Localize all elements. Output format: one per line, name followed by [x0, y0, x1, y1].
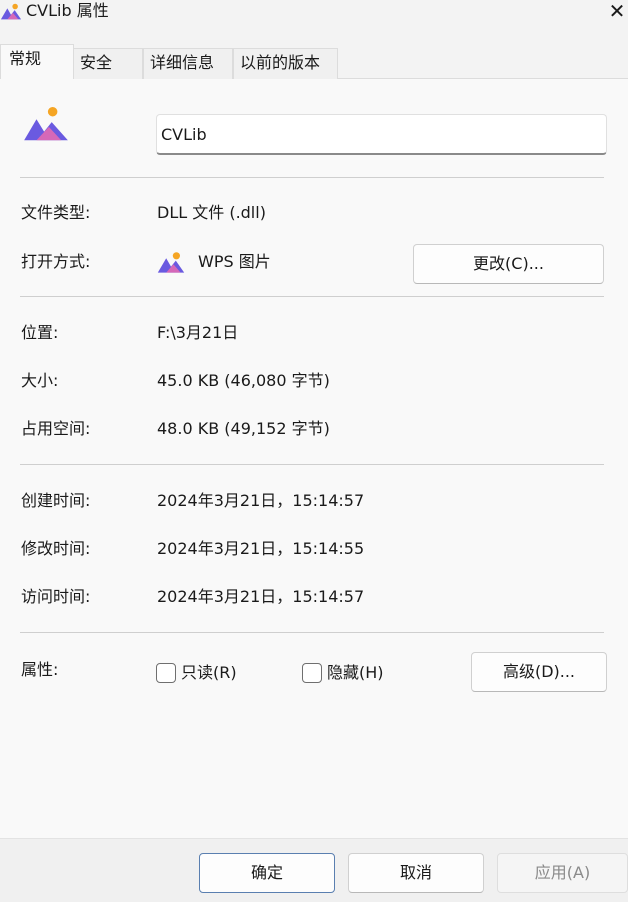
tab-details[interactable]: 详细信息 [143, 48, 233, 79]
change-button[interactable]: 更改(C)... [413, 244, 604, 284]
hidden-label[interactable]: 隐藏(H) [327, 661, 384, 685]
attributes-label: 属性: [21, 660, 59, 679]
close-button[interactable]: ✕ [606, 0, 628, 24]
modified-label: 修改时间: [21, 539, 91, 558]
cancel-button[interactable]: 取消 [348, 853, 484, 893]
file-type-label: 文件类型: [21, 203, 91, 222]
size-on-disk-value: 48.0 KB (49,152 字节) [157, 419, 330, 438]
created-label: 创建时间: [21, 491, 91, 510]
readonly-label[interactable]: 只读(R) [181, 661, 237, 685]
modified-value: 2024年3月21日，15:14:55 [157, 539, 365, 558]
apply-button[interactable]: 应用(A) [497, 853, 628, 893]
accessed-value: 2024年3月21日，15:14:57 [157, 587, 365, 606]
divider [20, 177, 604, 178]
tab-security[interactable]: 安全 [73, 48, 143, 79]
divider [20, 632, 604, 633]
readonly-checkbox[interactable] [156, 663, 176, 683]
wps-image-icon [0, 3, 22, 20]
location-value: F:\3月21日 [157, 323, 239, 342]
size-label: 大小: [21, 371, 59, 390]
advanced-button[interactable]: 高级(D)... [471, 652, 607, 692]
tab-strip: 常规 安全 详细信息 以前的版本 [0, 44, 628, 80]
tab-general[interactable]: 常规 [0, 44, 74, 80]
tab-previous-versions[interactable]: 以前的版本 [233, 48, 338, 79]
wps-image-icon [157, 252, 185, 273]
file-type-value: DLL 文件 (.dll) [157, 203, 266, 222]
location-label: 位置: [21, 323, 59, 342]
accessed-label: 访问时间: [21, 587, 91, 606]
ok-button[interactable]: 确定 [199, 853, 335, 893]
size-on-disk-label: 占用空间: [21, 419, 91, 438]
divider [20, 296, 604, 297]
close-icon[interactable]: ✕ [609, 0, 626, 23]
general-panel [0, 79, 628, 838]
window-title: CVLib 属性 [26, 1, 109, 20]
opens-with-label: 打开方式: [21, 252, 91, 271]
title-bar: CVLib 属性 ✕ [0, 0, 628, 34]
created-value: 2024年3月21日，15:14:57 [157, 491, 365, 510]
wps-image-icon [24, 106, 68, 141]
opens-with-value: WPS 图片 [198, 252, 271, 271]
file-name-input[interactable] [156, 114, 607, 155]
size-value: 45.0 KB (46,080 字节) [157, 371, 330, 390]
divider [20, 464, 604, 465]
hidden-checkbox[interactable] [302, 663, 322, 683]
